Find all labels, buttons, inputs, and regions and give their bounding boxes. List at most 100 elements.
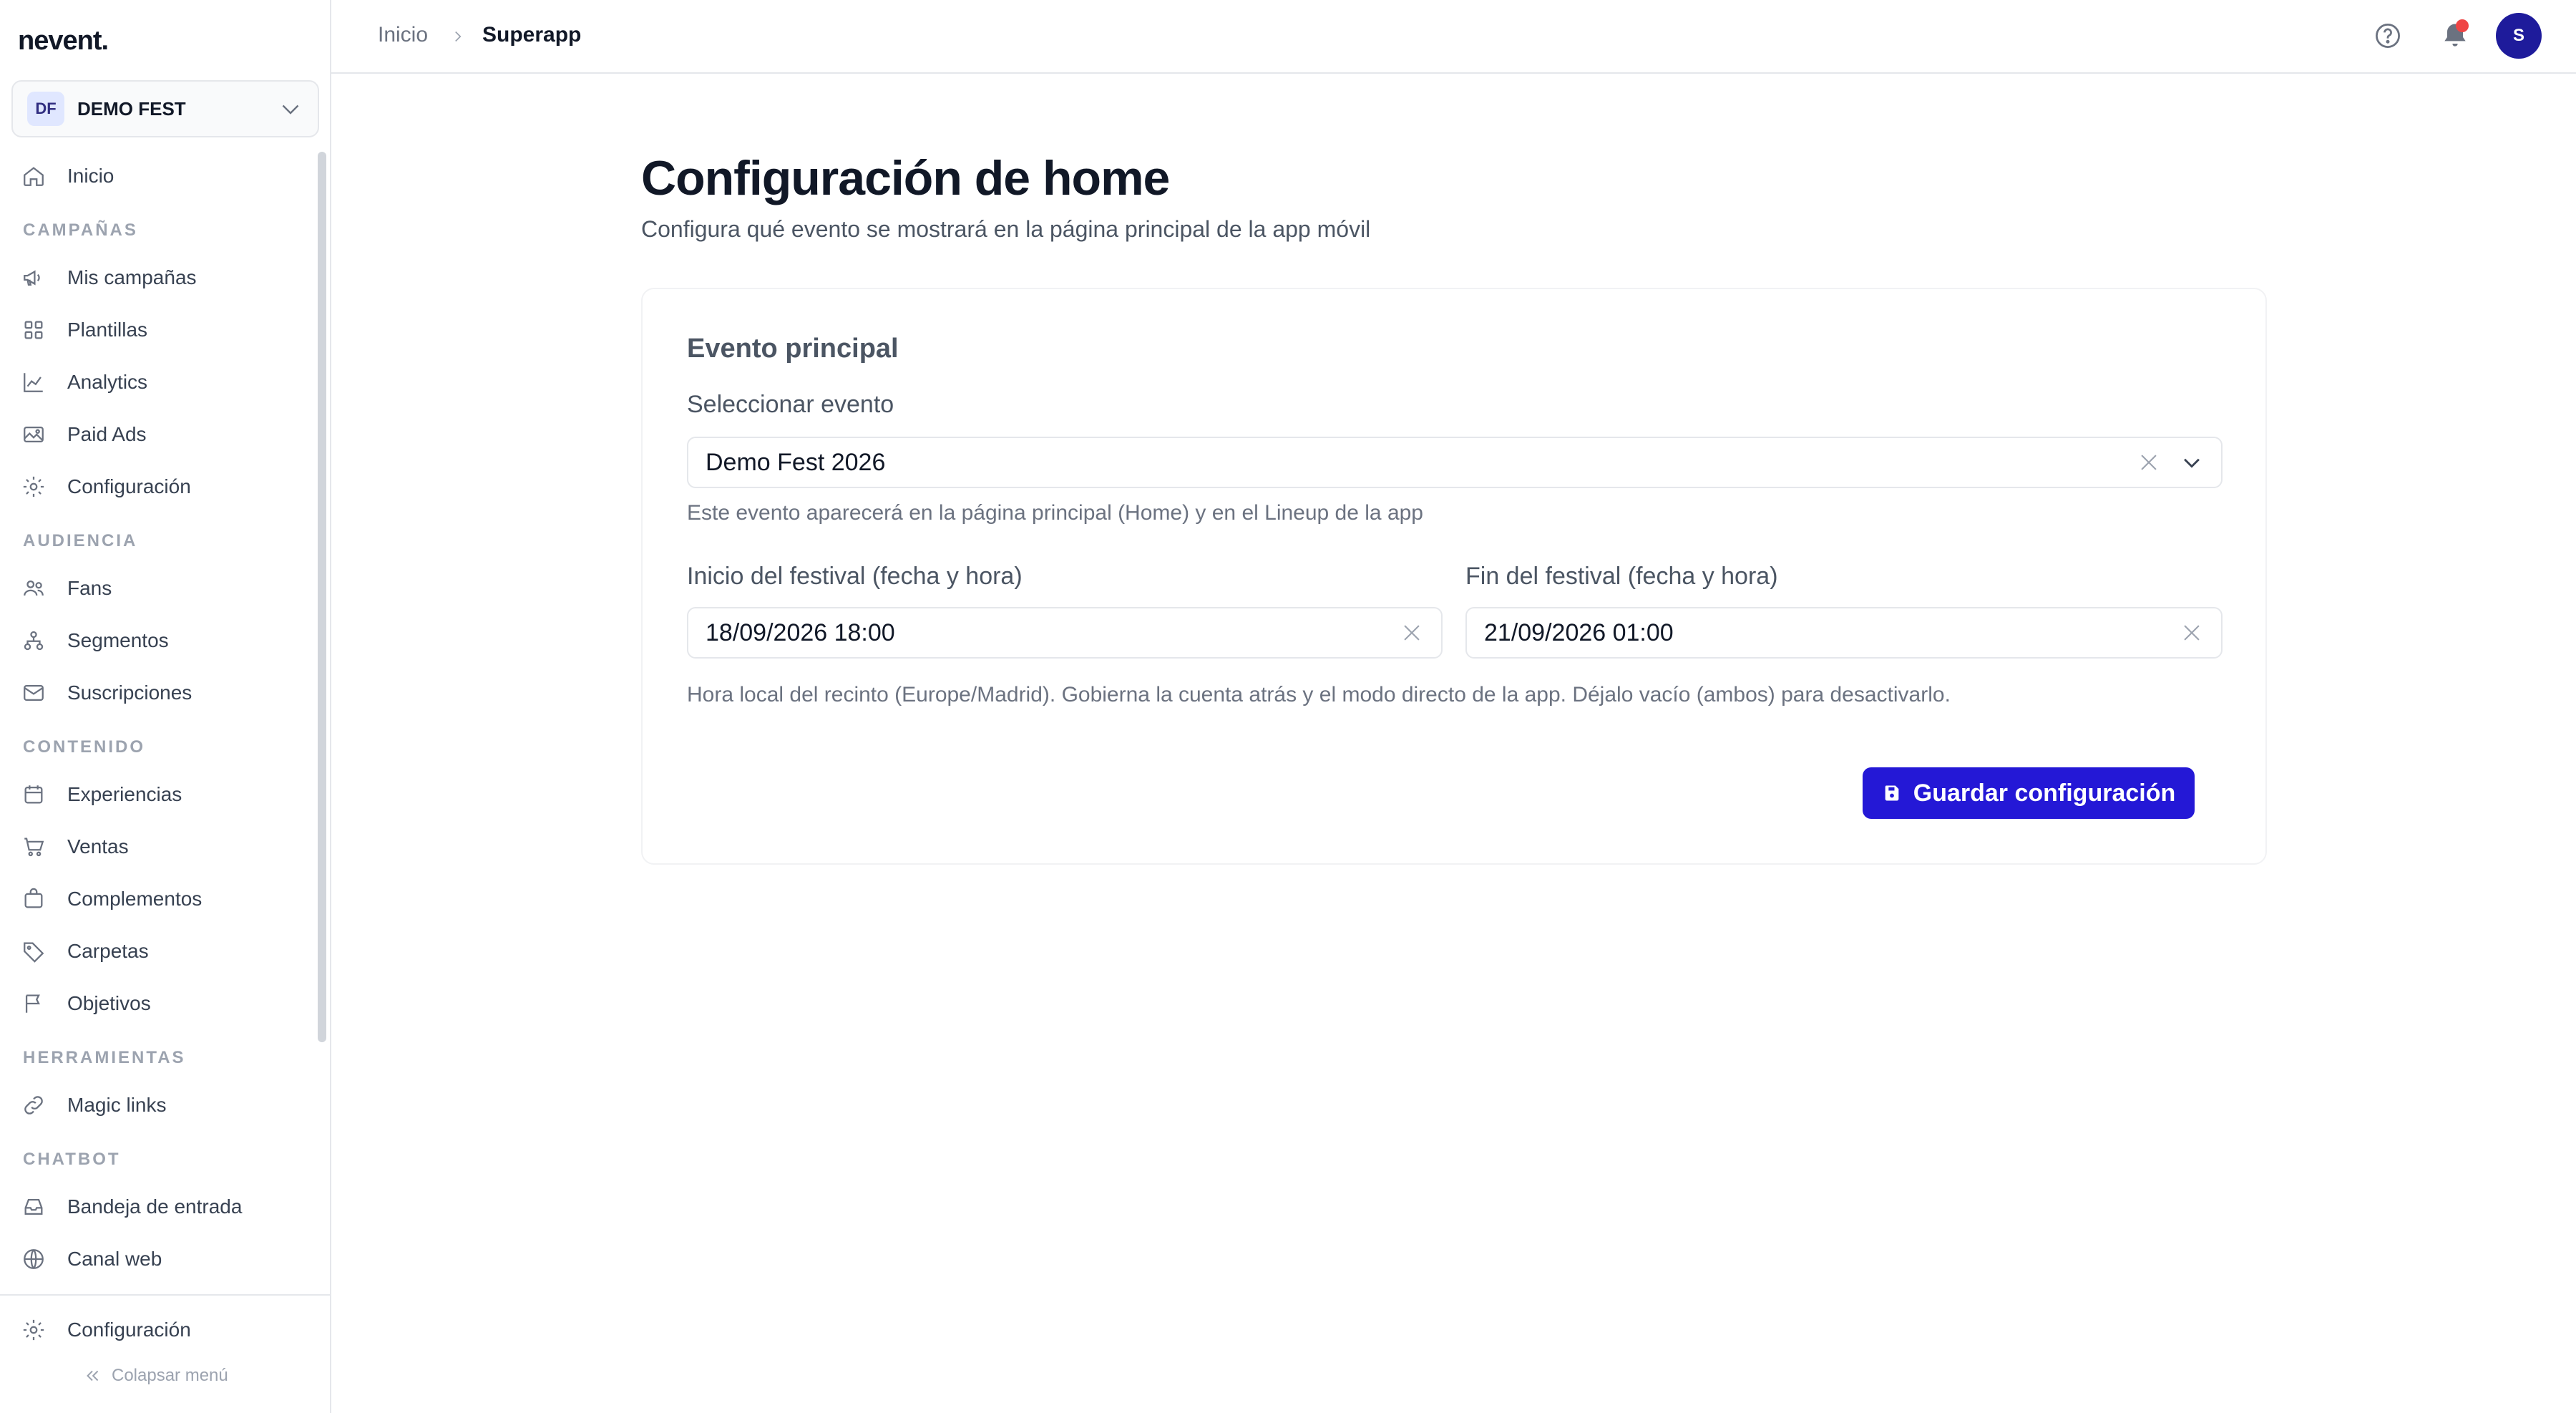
hierarchy-icon bbox=[24, 631, 44, 651]
nevent-logo: nevent. bbox=[18, 26, 109, 56]
bag-icon bbox=[24, 888, 43, 908]
sidebar-item-web-channel[interactable]: Canal web bbox=[21, 1238, 162, 1281]
start-date-value: 18/09/2026 18:00 bbox=[706, 618, 895, 646]
main-event-card: Evento principal Seleccionar evento Demo… bbox=[641, 288, 2267, 865]
sidebar-item-inbox[interactable]: Bandeja de entrada bbox=[21, 1185, 242, 1228]
chevron-down-icon[interactable] bbox=[2180, 450, 2204, 475]
organization-switcher[interactable]: DF DEMO FEST bbox=[11, 80, 319, 137]
close-icon[interactable] bbox=[1400, 621, 1424, 645]
sidebar-item-label: Paid Ads bbox=[67, 423, 147, 445]
sidebar-scrollbar[interactable] bbox=[318, 152, 326, 1042]
end-date-input[interactable]: 21/09/2026 01:00 bbox=[1465, 607, 2223, 659]
sidebar-item-paid-ads[interactable]: Paid Ads bbox=[21, 413, 147, 456]
page-subtitle: Configura qué evento se mostrará en la p… bbox=[641, 216, 1371, 242]
section-audience: AUDIENCIA bbox=[23, 531, 138, 550]
tag-icon bbox=[24, 942, 44, 963]
section-content: CONTENIDO bbox=[23, 737, 145, 757]
sidebar-item-addons[interactable]: Complementos bbox=[21, 878, 202, 921]
section-tools: HERRAMIENTAS bbox=[23, 1048, 186, 1067]
save-config-button[interactable]: Guardar configuración bbox=[1863, 767, 2195, 819]
chevron-down-icon bbox=[282, 105, 299, 115]
sidebar-item-label: Carpetas bbox=[67, 940, 149, 962]
flag-icon bbox=[25, 994, 40, 1013]
sidebar-item-analytics[interactable]: Analytics bbox=[21, 361, 147, 404]
sidebar-item-my-campaigns[interactable]: Mis campañas bbox=[21, 256, 197, 299]
gear-icon bbox=[23, 476, 44, 497]
sidebar-item-magic-links[interactable]: Magic links bbox=[21, 1084, 166, 1127]
card-title: Evento principal bbox=[687, 334, 899, 364]
sidebar-item-folders[interactable]: Carpetas bbox=[21, 930, 149, 973]
event-select[interactable]: Demo Fest 2026 bbox=[687, 437, 2223, 488]
double-chevron-left-icon bbox=[87, 1370, 99, 1382]
sidebar-item-fans[interactable]: Fans bbox=[21, 567, 112, 610]
chevron-right-icon bbox=[455, 31, 462, 42]
breadcrumb-home[interactable]: Inicio bbox=[378, 23, 428, 47]
org-badge: DF bbox=[27, 92, 64, 126]
section-chatbot: CHATBOT bbox=[23, 1150, 121, 1169]
close-icon[interactable] bbox=[2180, 621, 2204, 645]
sidebar-item-label: Objetivos bbox=[67, 992, 151, 1014]
sidebar-item-subscriptions[interactable]: Suscripciones bbox=[21, 671, 192, 714]
start-date-input[interactable]: 18/09/2026 18:00 bbox=[687, 607, 1443, 659]
org-name: DEMO FEST bbox=[77, 97, 186, 120]
users-icon bbox=[24, 580, 44, 596]
event-select-value: Demo Fest 2026 bbox=[706, 448, 886, 476]
start-date-label: Inicio del festival (fecha y hora) bbox=[687, 563, 1023, 590]
cart-icon bbox=[24, 837, 44, 857]
sidebar-item-label: Magic links bbox=[67, 1094, 167, 1116]
link-icon bbox=[24, 1096, 43, 1115]
end-date-value: 21/09/2026 01:00 bbox=[1484, 618, 1674, 646]
sidebar-item-label: Mis campañas bbox=[67, 266, 197, 288]
sidebar-item-label: Bandeja de entrada bbox=[67, 1195, 243, 1218]
sidebar-item-templates[interactable]: Plantillas bbox=[21, 309, 147, 351]
end-date-label: Fin del festival (fecha y hora) bbox=[1465, 563, 1778, 590]
event-help-text: Este evento aparecerá en la página princ… bbox=[687, 501, 1423, 525]
page-title: Configuración de home bbox=[641, 151, 1170, 205]
top-bar: Inicio Superapp S bbox=[331, 0, 2576, 74]
sidebar-item-campaign-config[interactable]: Configuración bbox=[21, 465, 191, 508]
avatar[interactable]: S bbox=[2496, 13, 2542, 59]
section-campaigns: CAMPAÑAS bbox=[23, 220, 138, 240]
sidebar-item-label: Plantillas bbox=[67, 319, 148, 341]
chart-line-icon bbox=[24, 373, 43, 392]
sidebar-item-label: Canal web bbox=[67, 1248, 162, 1270]
sidebar-item-home[interactable]: Inicio bbox=[21, 155, 114, 198]
breadcrumb-current: Superapp bbox=[482, 23, 582, 47]
main-content: Inicio Superapp S Configuración de home … bbox=[331, 0, 2576, 1413]
sidebar-item-label: Ventas bbox=[67, 835, 129, 858]
globe-icon bbox=[24, 1249, 44, 1269]
notification-dot bbox=[2456, 19, 2469, 32]
save-icon bbox=[1885, 785, 1899, 801]
calendar-icon bbox=[24, 785, 43, 804]
dates-help-text: Hora local del recinto (Europe/Madrid). … bbox=[687, 683, 1951, 706]
sidebar-item-goals[interactable]: Objetivos bbox=[21, 982, 151, 1025]
close-icon[interactable] bbox=[2137, 450, 2161, 475]
home-icon bbox=[24, 167, 44, 186]
sidebar-item-label: Segmentos bbox=[67, 629, 169, 651]
sidebar-item-label: Suscripciones bbox=[67, 681, 192, 704]
sidebar-item-label: Analytics bbox=[67, 371, 148, 393]
collapse-menu-label: Colapsar menú bbox=[112, 1366, 228, 1385]
sidebar-item-label: Configuración bbox=[67, 1319, 191, 1341]
save-config-label: Guardar configuración bbox=[1913, 779, 2176, 807]
help-icon[interactable] bbox=[2372, 20, 2404, 52]
mail-icon bbox=[24, 684, 44, 701]
sidebar-item-label: Experiencias bbox=[67, 783, 182, 805]
sidebar-divider bbox=[0, 1294, 330, 1296]
sidebar-item-segments[interactable]: Segmentos bbox=[21, 619, 169, 662]
grid-icon bbox=[24, 321, 43, 339]
sidebar-item-label: Complementos bbox=[67, 888, 203, 910]
sidebar-item-experiences[interactable]: Experiencias bbox=[21, 773, 182, 816]
inbox-icon bbox=[24, 1198, 43, 1215]
image-ads-icon bbox=[24, 426, 44, 443]
sidebar-item-label: Inicio bbox=[67, 165, 114, 187]
megaphone-icon bbox=[24, 270, 40, 286]
collapse-menu-button[interactable]: Colapsar menú bbox=[83, 1366, 228, 1386]
sidebar-item-settings[interactable]: Configuración bbox=[21, 1308, 191, 1351]
event-select-label: Seleccionar evento bbox=[687, 391, 894, 418]
gear-icon bbox=[23, 1319, 44, 1341]
sidebar-item-label: Configuración bbox=[67, 475, 191, 497]
sidebar-item-label: Fans bbox=[67, 577, 112, 599]
sidebar: nevent. DF DEMO FEST Inicio CAMPAÑAS Mis… bbox=[0, 0, 331, 1413]
sidebar-item-sales[interactable]: Ventas bbox=[21, 825, 129, 868]
